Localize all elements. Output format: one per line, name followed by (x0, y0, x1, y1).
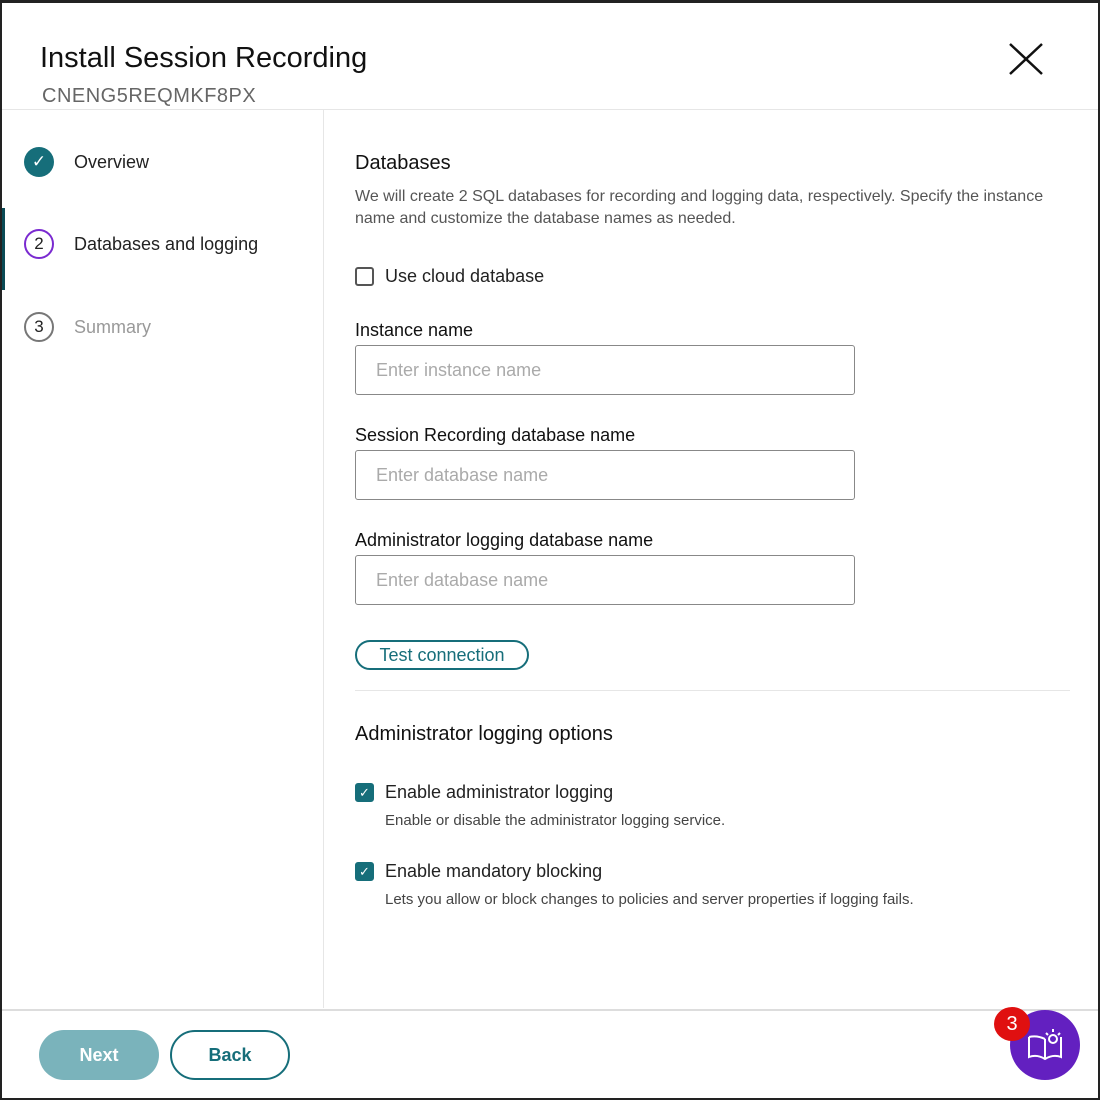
back-button[interactable]: Back (170, 1030, 290, 1080)
check-icon[interactable]: ✓ (355, 862, 374, 881)
instance-name-label: Instance name (355, 320, 474, 340)
dialog-subtitle: CNENG5REQMKF8PX (42, 85, 257, 107)
step-number: 2 (24, 229, 54, 259)
logging-heading: Administrator logging options (355, 723, 613, 745)
mandatory-blocking-checkbox[interactable]: ✓ Enable mandatory blocking (355, 861, 602, 882)
sr-db-label: Session Recording database name (355, 425, 636, 445)
databases-heading: Databases (355, 152, 451, 174)
close-icon[interactable] (1006, 40, 1046, 78)
notification-badge: 3 (994, 1007, 1030, 1041)
instance-name-input[interactable] (355, 345, 855, 395)
section-divider (355, 690, 1070, 691)
admin-db-input[interactable] (355, 555, 855, 605)
checkbox-label: Enable mandatory blocking (385, 861, 603, 881)
sr-db-input[interactable] (355, 450, 855, 500)
check-icon[interactable]: ✓ (355, 783, 374, 802)
step-number: 3 (24, 312, 54, 342)
active-step-indicator (2, 208, 5, 290)
cloud-database-checkbox[interactable]: Use cloud database (355, 266, 544, 287)
step-summary[interactable]: 3 Summary (24, 312, 151, 342)
checkbox-box[interactable] (355, 267, 374, 286)
sidebar-divider (323, 110, 324, 1008)
step-databases[interactable]: 2 Databases and logging (24, 229, 258, 259)
enable-logging-help: Enable or disable the administrator logg… (385, 812, 726, 829)
step-overview[interactable]: ✓ Overview (24, 147, 149, 177)
admin-db-label: Administrator logging database name (355, 530, 654, 550)
test-connection-button[interactable]: Test connection (355, 640, 529, 670)
step-label: Summary (74, 316, 152, 337)
databases-description: We will create 2 SQL databases for recor… (355, 188, 1044, 227)
mandatory-blocking-help: Lets you allow or block changes to polic… (385, 891, 914, 908)
step-label: Databases and logging (74, 233, 259, 254)
check-icon: ✓ (24, 147, 54, 177)
book-lightbulb-icon (1028, 1029, 1062, 1061)
checkbox-label: Use cloud database (385, 266, 545, 286)
checkbox-label: Enable administrator logging (385, 782, 614, 802)
step-label: Overview (74, 151, 150, 172)
footer-divider (2, 1009, 1098, 1011)
enable-logging-checkbox[interactable]: ✓ Enable administrator logging (355, 782, 613, 803)
next-button[interactable]: Next (39, 1030, 159, 1080)
header-divider (2, 109, 1098, 110)
dialog-title: Install Session Recording (40, 42, 368, 74)
